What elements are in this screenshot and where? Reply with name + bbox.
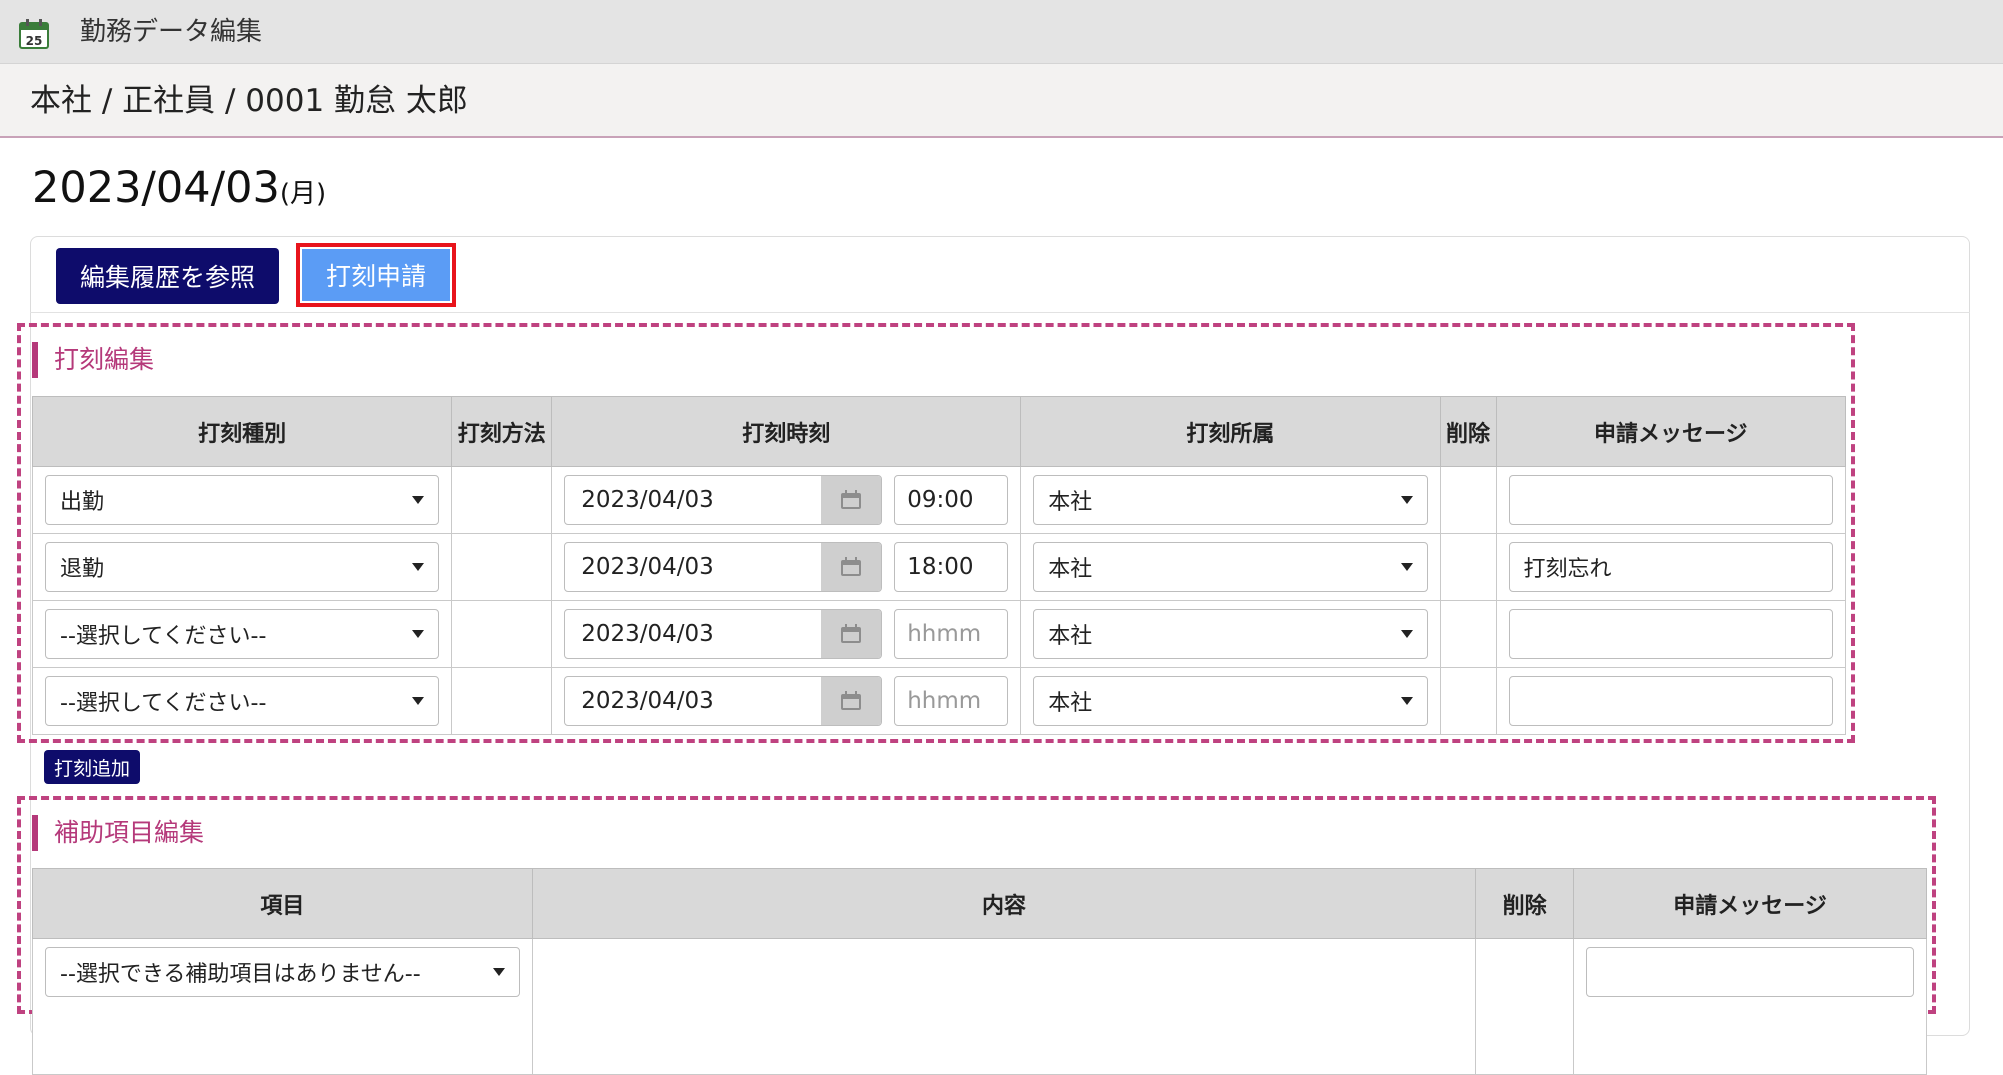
request-message-input[interactable] [1508, 475, 1833, 525]
date-text: 2023/04/03 [581, 688, 714, 714]
punch-time-input[interactable]: hhmm [894, 609, 1009, 659]
aux-table: 項目 内容 削除 申請メッセージ --選択できる補助項目はありません-- [32, 868, 1927, 1075]
caret-down-icon [412, 630, 425, 638]
select-value: 本社 [1048, 557, 1093, 582]
delete-cell [1475, 938, 1575, 1075]
header-punch-time: 打刻時刻 [551, 396, 1022, 467]
punch-type-select[interactable]: --選択してください-- [45, 609, 440, 659]
calendar-icon[interactable] [821, 610, 882, 658]
caret-down-icon [412, 697, 425, 705]
header-punch-affiliation: 打刻所属 [1020, 396, 1441, 467]
aux-item-select[interactable]: --選択できる補助項目はありません-- [45, 947, 520, 997]
select-value: 本社 [1048, 490, 1093, 515]
header-punch-type: 打刻種別 [31, 396, 453, 467]
header-delete: 削除 [1475, 868, 1575, 939]
weekday: (月) [279, 179, 327, 209]
request-message-input[interactable] [1508, 609, 1833, 659]
punch-table: 打刻種別 打刻方法 打刻時刻 打刻所属 削除 申請メッセージ 出勤 2023/0… [31, 396, 1846, 735]
caret-down-icon [412, 496, 425, 504]
punch-type-select[interactable]: 退勤 [45, 542, 440, 592]
aux-content-cell [531, 938, 1477, 1075]
punch-date-input[interactable]: 2023/04/03 [564, 609, 883, 659]
punch-method-cell [451, 667, 553, 735]
calendar-icon[interactable] [821, 677, 882, 725]
caret-down-icon [412, 563, 425, 571]
punch-request-button[interactable]: 打刻申請 [302, 249, 450, 301]
header-item: 項目 [32, 868, 533, 939]
punch-affiliation-select[interactable]: 本社 [1033, 475, 1428, 525]
punch-time-input[interactable]: 09:00 [894, 475, 1009, 525]
select-value: --選択してください-- [60, 624, 267, 649]
header-content: 内容 [531, 868, 1477, 939]
punch-time-input[interactable]: 18:00 [894, 542, 1009, 592]
caret-down-icon [492, 968, 505, 976]
punch-section-title: 打刻編集 [32, 342, 154, 378]
punch-date-input[interactable]: 2023/04/03 [564, 542, 883, 592]
table-row: 出勤 2023/04/03 09:00 本社 [31, 466, 1846, 534]
title-bar: 25 勤務データ編集 [0, 0, 2003, 64]
delete-cell [1439, 600, 1497, 668]
punch-method-cell [451, 600, 553, 668]
date-text: 2023/04/03 [581, 621, 714, 647]
punch-table-header: 打刻種別 打刻方法 打刻時刻 打刻所属 削除 申請メッセージ [31, 396, 1846, 467]
punch-time-input[interactable]: hhmm [894, 676, 1009, 726]
table-row: --選択してください-- 2023/04/03 hhmm 本社 [31, 667, 1846, 735]
request-message-input[interactable] [1508, 676, 1833, 726]
punch-type-select[interactable]: 出勤 [45, 475, 440, 525]
delete-cell [1439, 466, 1497, 534]
date-text: 2023/04/03 [581, 487, 714, 513]
punch-affiliation-select[interactable]: 本社 [1033, 609, 1428, 659]
request-message-input[interactable]: 打刻忘れ [1508, 542, 1833, 592]
view-history-button[interactable]: 編集履歴を参照 [56, 248, 279, 304]
request-message-input[interactable] [1586, 947, 1914, 997]
select-value: --選択できる補助項目はありません-- [60, 962, 421, 987]
header-message: 申請メッセージ [1495, 396, 1846, 467]
calendar-icon: 25 [19, 19, 49, 49]
punch-method-cell [451, 533, 553, 601]
svg-text:25: 25 [26, 34, 43, 48]
select-value: 本社 [1048, 624, 1093, 649]
window-title: 勤務データ編集 [80, 17, 263, 47]
punch-affiliation-select[interactable]: 本社 [1033, 542, 1428, 592]
delete-cell [1439, 533, 1497, 601]
aux-table-header: 項目 内容 削除 申請メッセージ [32, 868, 1927, 939]
select-value: 本社 [1048, 691, 1093, 716]
delete-cell [1439, 667, 1497, 735]
date-value: 2023/04/03 [32, 163, 280, 213]
header-delete: 削除 [1439, 396, 1497, 467]
table-row: 退勤 2023/04/03 18:00 本社 打刻忘れ [31, 533, 1846, 601]
page-title: 2023/04/03(月) [32, 160, 326, 222]
date-text: 2023/04/03 [581, 554, 714, 580]
aux-section-title: 補助項目編集 [32, 815, 204, 851]
header-punch-method: 打刻方法 [451, 396, 553, 467]
table-row: --選択できる補助項目はありません-- [32, 938, 1927, 1075]
caret-down-icon [1400, 496, 1413, 504]
select-value: --選択してください-- [60, 691, 267, 716]
breadcrumb-bar: 本社 / 正社員 / 0001 勤怠 太郎 [0, 64, 2003, 138]
header-message: 申請メッセージ [1573, 868, 1927, 939]
toolbar-divider [30, 312, 1970, 313]
punch-method-cell [451, 466, 553, 534]
table-row: --選択してください-- 2023/04/03 hhmm 本社 [31, 600, 1846, 668]
add-punch-button[interactable]: 打刻追加 [44, 750, 140, 784]
caret-down-icon [1400, 697, 1413, 705]
caret-down-icon [1400, 563, 1413, 571]
select-value: 出勤 [60, 490, 105, 515]
select-value: 退勤 [60, 557, 105, 582]
punch-date-input[interactable]: 2023/04/03 [564, 475, 883, 525]
punch-type-select[interactable]: --選択してください-- [45, 676, 440, 726]
calendar-icon[interactable] [821, 476, 882, 524]
punch-date-input[interactable]: 2023/04/03 [564, 676, 883, 726]
breadcrumb: 本社 / 正社員 / 0001 勤怠 太郎 [30, 83, 468, 119]
calendar-icon[interactable] [821, 543, 882, 591]
caret-down-icon [1400, 630, 1413, 638]
punch-affiliation-select[interactable]: 本社 [1033, 676, 1428, 726]
